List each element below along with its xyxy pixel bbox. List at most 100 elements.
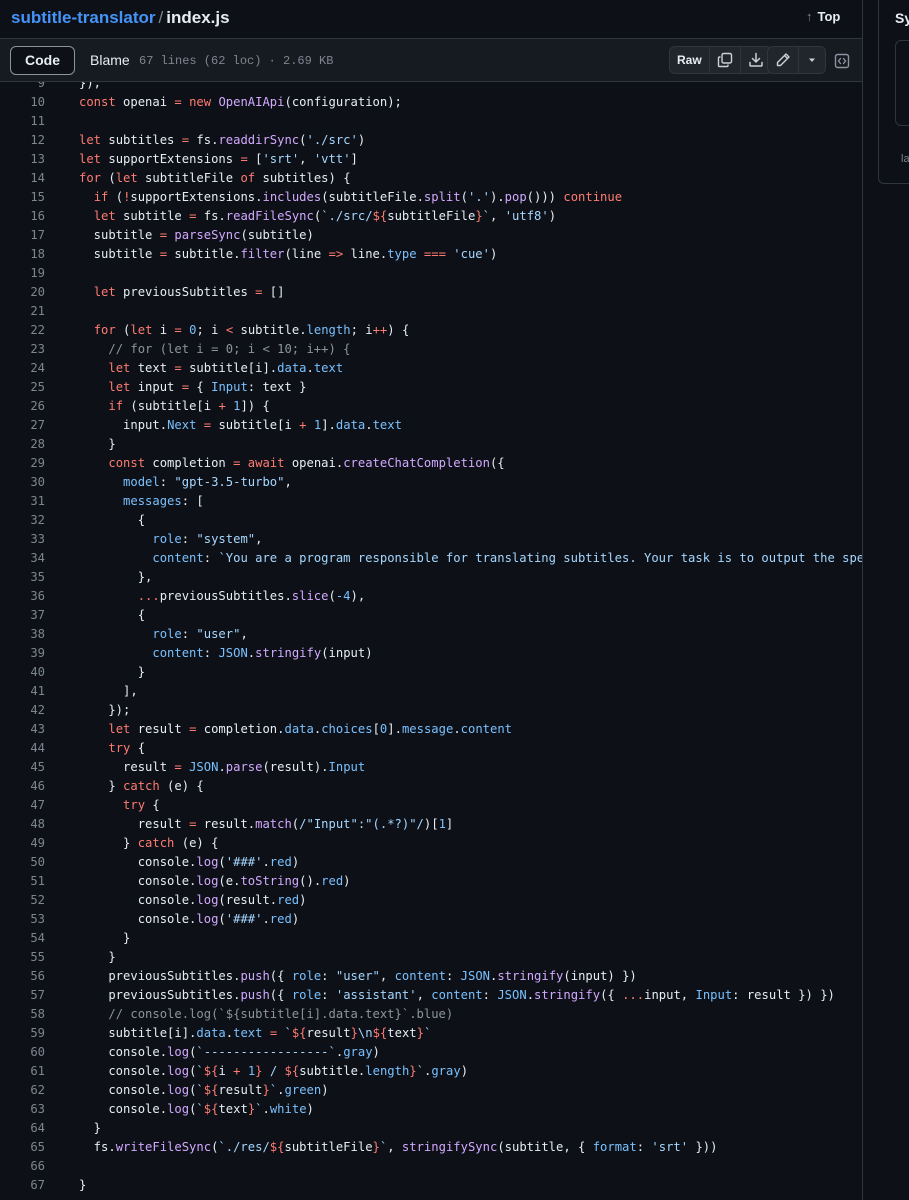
line-number[interactable]: 51 xyxy=(0,872,45,891)
line-number[interactable]: 14 xyxy=(0,169,45,188)
line-number[interactable]: 46 xyxy=(0,777,45,796)
line-number[interactable]: 47 xyxy=(0,796,45,815)
edit-button[interactable] xyxy=(768,47,799,73)
line-number[interactable]: 65 xyxy=(0,1138,45,1157)
line-number[interactable]: 61 xyxy=(0,1062,45,1081)
code-token: subtitle xyxy=(79,228,160,242)
code-line: 15 if (!supportExtensions.includes(subti… xyxy=(0,188,862,207)
line-number[interactable]: 36 xyxy=(0,587,45,606)
line-number[interactable]: 34 xyxy=(0,549,45,568)
code-line: 31 messages: [ xyxy=(0,492,862,511)
line-number[interactable]: 43 xyxy=(0,720,45,739)
line-number[interactable]: 49 xyxy=(0,834,45,853)
line-number[interactable]: 39 xyxy=(0,644,45,663)
line-number[interactable]: 62 xyxy=(0,1081,45,1100)
code-token: = xyxy=(174,361,182,375)
line-number[interactable]: 41 xyxy=(0,682,45,701)
line-number[interactable]: 63 xyxy=(0,1100,45,1119)
line-number[interactable]: 13 xyxy=(0,150,45,169)
line-number[interactable]: 35 xyxy=(0,568,45,587)
code-token: message xyxy=(401,722,454,736)
line-number[interactable]: 50 xyxy=(0,853,45,872)
line-number[interactable]: 25 xyxy=(0,378,45,397)
code-token: { xyxy=(145,798,160,812)
line-number[interactable]: 33 xyxy=(0,530,45,549)
edit-dropdown-button[interactable] xyxy=(799,47,825,73)
line-number[interactable]: 31 xyxy=(0,492,45,511)
line-number[interactable]: 40 xyxy=(0,663,45,682)
code-token: : [ xyxy=(181,494,204,508)
line-number[interactable]: 26 xyxy=(0,397,45,416)
code-token: slice xyxy=(291,589,329,603)
code-line: 27 input.Next = subtitle[i + 1].data.tex… xyxy=(0,416,862,435)
line-content: { xyxy=(79,511,145,530)
line-number[interactable]: 66 xyxy=(0,1157,45,1176)
line-number[interactable]: 57 xyxy=(0,986,45,1005)
line-number[interactable]: 16 xyxy=(0,207,45,226)
code-token: type xyxy=(387,247,417,261)
line-number[interactable]: 12 xyxy=(0,131,45,150)
repo-link[interactable]: subtitle-translator xyxy=(11,8,156,27)
line-number[interactable]: 59 xyxy=(0,1024,45,1043)
line-number[interactable]: 30 xyxy=(0,473,45,492)
line-number[interactable]: 48 xyxy=(0,815,45,834)
line-number[interactable]: 44 xyxy=(0,739,45,758)
line-number[interactable]: 54 xyxy=(0,929,45,948)
raw-button[interactable]: Raw xyxy=(670,47,710,73)
line-number[interactable]: 28 xyxy=(0,435,45,454)
line-number[interactable]: 11 xyxy=(0,112,45,131)
line-number[interactable]: 53 xyxy=(0,910,45,929)
top-button[interactable]: ↑ Top xyxy=(806,9,840,24)
blame-tab[interactable]: Blame xyxy=(75,46,145,75)
line-number[interactable]: 52 xyxy=(0,891,45,910)
code-view[interactable]: 9}); 10 const openai = new OpenAIApi(confi… xyxy=(0,82,862,1200)
line-number[interactable]: 17 xyxy=(0,226,45,245)
line-number[interactable]: 9 xyxy=(0,82,45,93)
line-number[interactable]: 38 xyxy=(0,625,45,644)
code-token: stringify xyxy=(497,969,564,983)
line-number[interactable]: 67 xyxy=(0,1176,45,1195)
code-token: , xyxy=(299,152,314,166)
line-number[interactable]: 22 xyxy=(0,321,45,340)
line-number[interactable]: 18 xyxy=(0,245,45,264)
code-token: text xyxy=(313,361,344,375)
code-token: subtitleFile xyxy=(284,1140,373,1154)
line-number[interactable]: 21 xyxy=(0,302,45,321)
code-token: ) xyxy=(372,1045,380,1059)
line-number[interactable]: 20 xyxy=(0,283,45,302)
line-content: let input = { Input: text } xyxy=(79,378,306,397)
code-line: 11 xyxy=(0,112,862,131)
line-number[interactable]: 58 xyxy=(0,1005,45,1024)
code-token: (e. xyxy=(218,874,241,888)
line-number[interactable]: 37 xyxy=(0,606,45,625)
code-token: [] xyxy=(262,285,285,299)
line-number[interactable]: 55 xyxy=(0,948,45,967)
line-number[interactable]: 32 xyxy=(0,511,45,530)
code-token: content xyxy=(460,722,513,736)
code-square-icon xyxy=(834,53,850,69)
symbols-panel-button[interactable] xyxy=(830,49,854,73)
copy-button[interactable] xyxy=(710,47,741,73)
line-number[interactable]: 29 xyxy=(0,454,45,473)
line-content: console.log(`${result}`.green) xyxy=(79,1081,328,1100)
line-number[interactable]: 15 xyxy=(0,188,45,207)
code-tab[interactable]: Code xyxy=(10,46,75,75)
code-token: JSON xyxy=(218,646,248,660)
line-number[interactable]: 27 xyxy=(0,416,45,435)
line-number[interactable]: 10 xyxy=(0,93,45,112)
line-number[interactable]: 56 xyxy=(0,967,45,986)
line-number[interactable]: 42 xyxy=(0,701,45,720)
line-number[interactable]: 24 xyxy=(0,359,45,378)
line-number[interactable]: 23 xyxy=(0,340,45,359)
file-view: subtitle-translator / index.js ↑ Top Code B… xyxy=(0,0,863,1200)
line-number[interactable]: 60 xyxy=(0,1043,45,1062)
line-number[interactable]: 45 xyxy=(0,758,45,777)
line-content: previousSubtitles.push({ role: "user", c… xyxy=(79,967,636,986)
code-token: ` xyxy=(416,1064,424,1078)
line-number[interactable]: 19 xyxy=(0,264,45,283)
line-number[interactable]: 64 xyxy=(0,1119,45,1138)
